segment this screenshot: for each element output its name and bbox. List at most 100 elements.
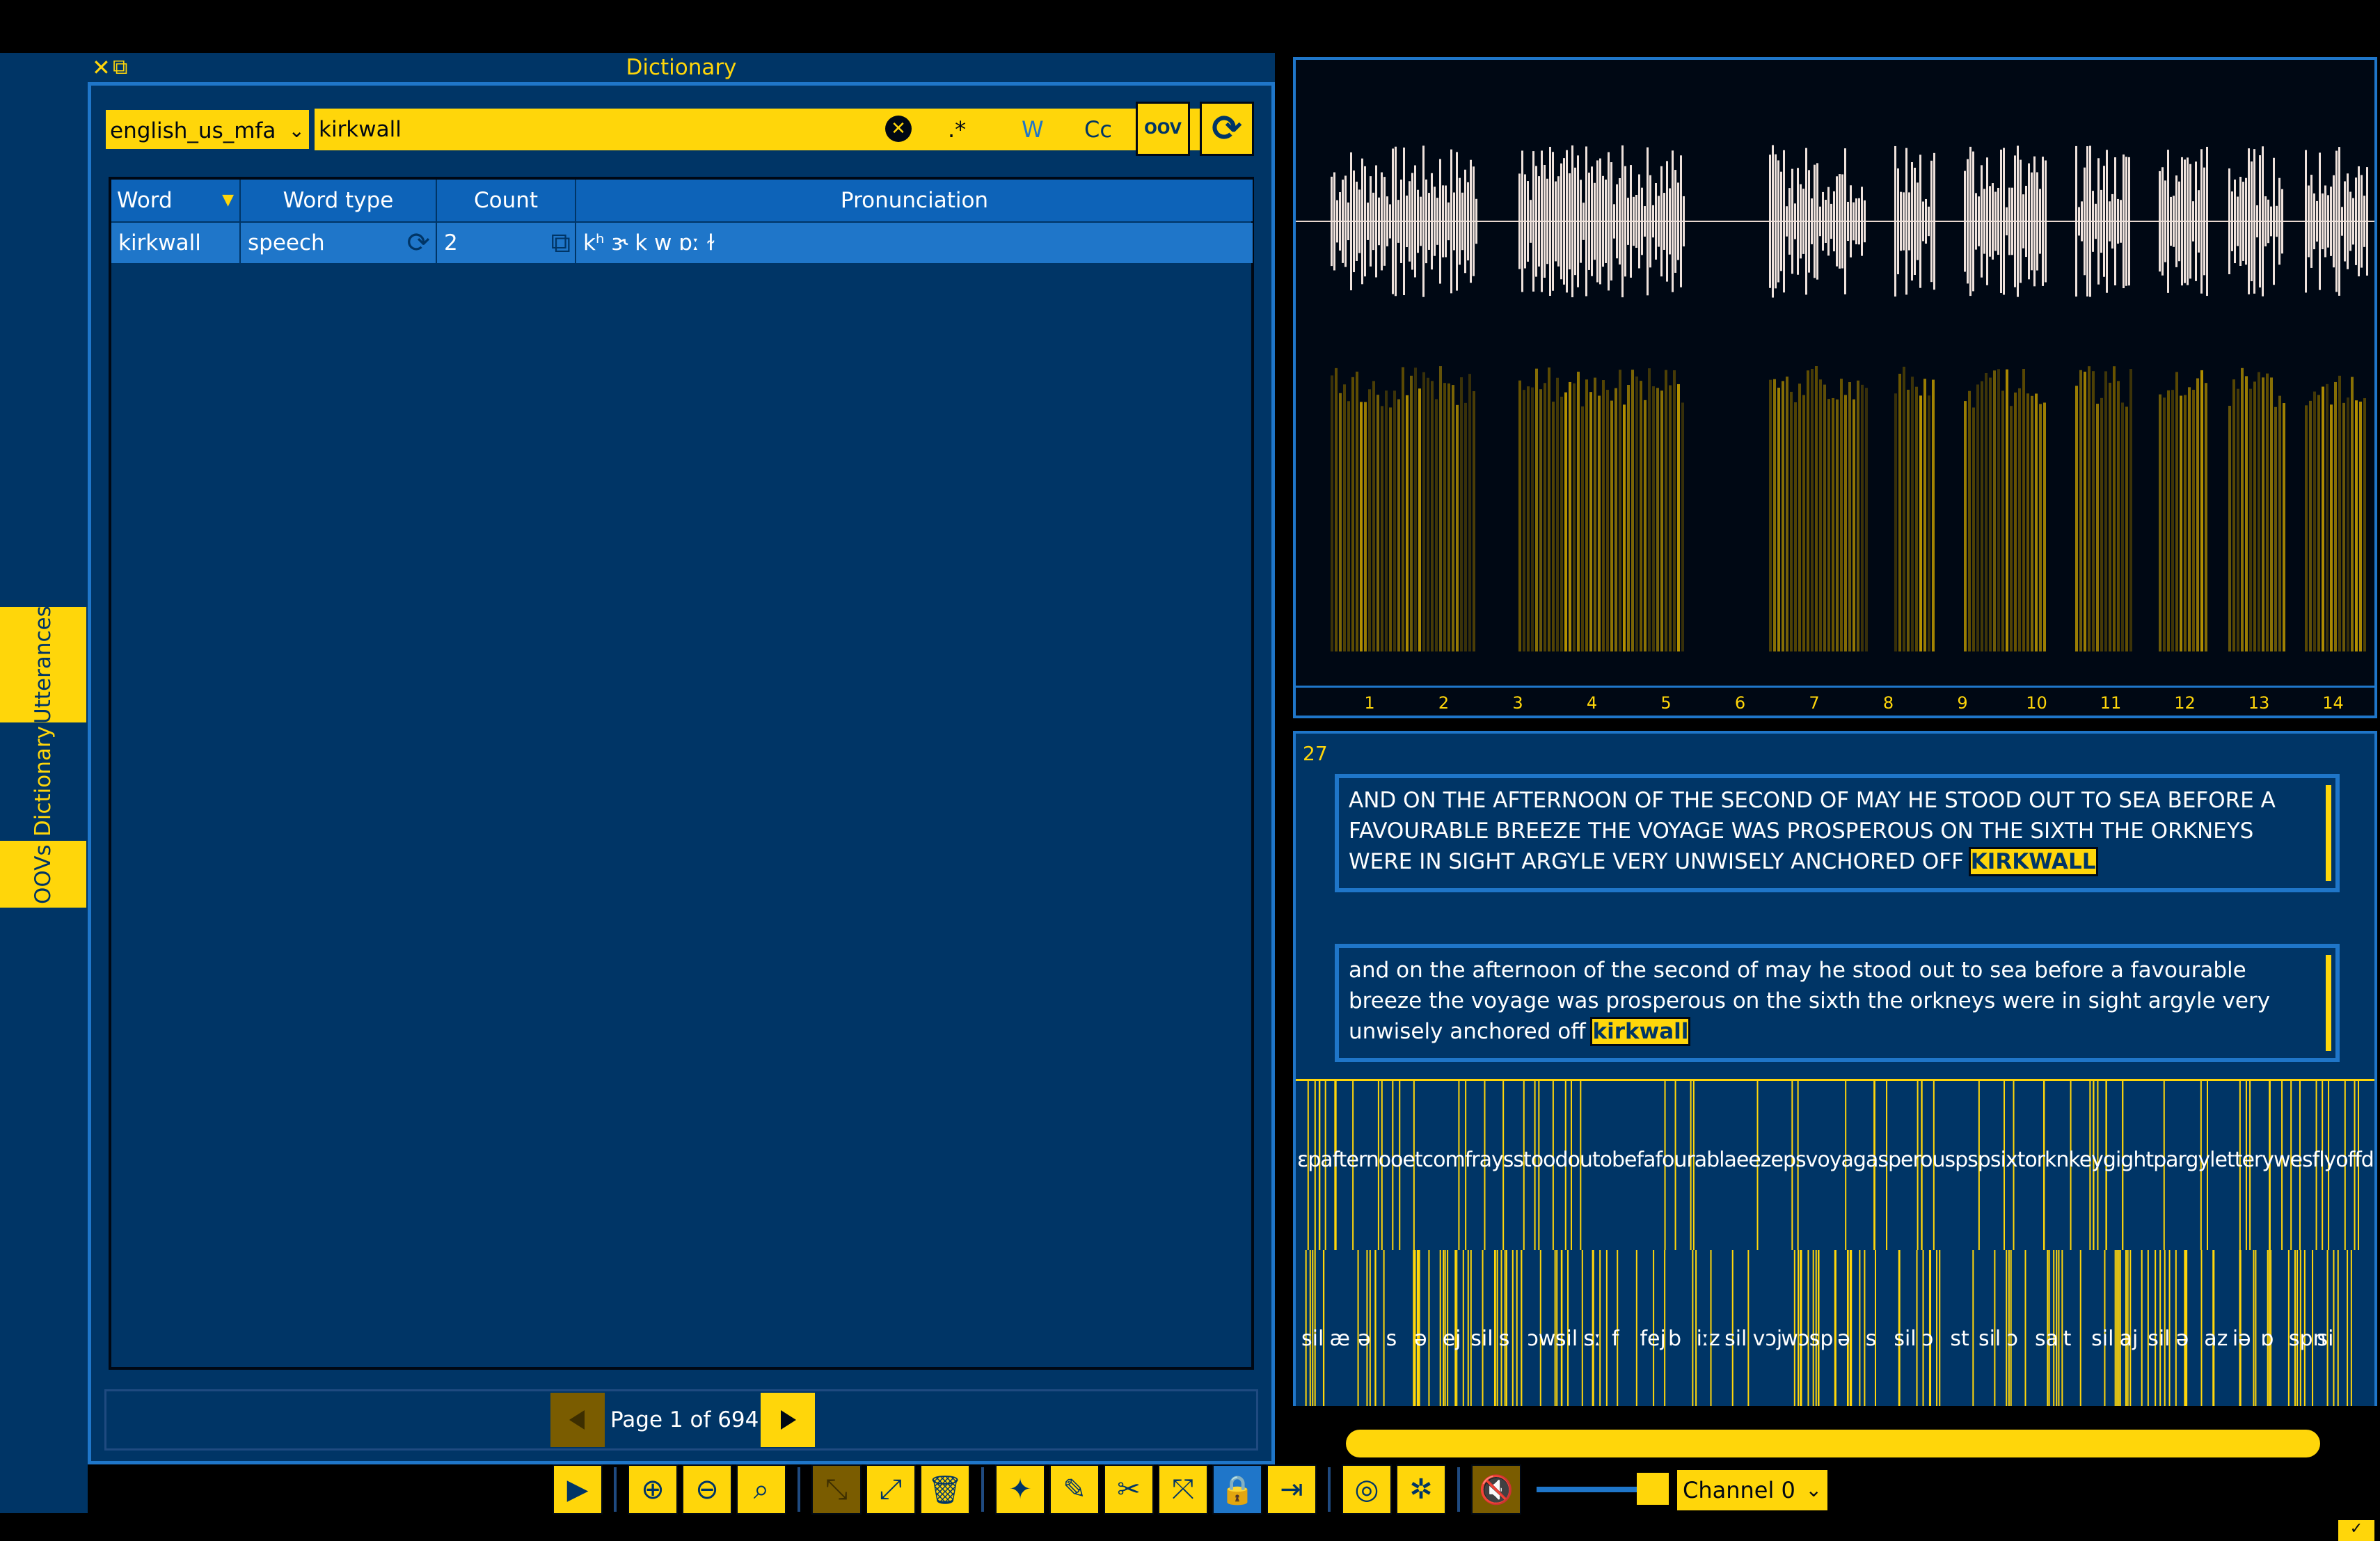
- previous-page-button[interactable]: [550, 1393, 605, 1447]
- toolbar-separator: [614, 1467, 617, 1512]
- column-header-word[interactable]: Word ▼: [111, 180, 241, 221]
- status-check-icon: ✓: [2338, 1520, 2374, 1541]
- whole-word-toggle[interactable]: W: [1022, 109, 1044, 150]
- edit-button[interactable]: ✎: [1049, 1464, 1100, 1515]
- refresh-button[interactable]: ⟳: [1200, 102, 1254, 156]
- time-tick: 3: [1512, 693, 1523, 713]
- help-button[interactable]: ◎: [1342, 1464, 1392, 1515]
- transcription-text-box[interactable]: and on the afternoon of the second of ma…: [1335, 944, 2340, 1062]
- arrows-icon: ⤧: [1172, 1473, 1194, 1506]
- export-button[interactable]: ⇥: [1267, 1464, 1317, 1515]
- time-tick: 5: [1660, 693, 1672, 713]
- fit-button[interactable]: ⤧: [1158, 1464, 1208, 1515]
- pen-icon: ✎: [1063, 1473, 1086, 1506]
- phone-label: ɒ: [2260, 1327, 2274, 1351]
- column-header-count[interactable]: Count: [437, 180, 576, 221]
- transcription-text-highlight: kirkwall: [1590, 1017, 1691, 1046]
- waveform-spectrogram: [1296, 145, 2374, 651]
- time-tick: 13: [2248, 693, 2270, 713]
- utterance-number: 27: [1303, 742, 1328, 765]
- lifebuoy-icon: ◎: [1354, 1473, 1379, 1506]
- cell-pronunciation[interactable]: kʰ ɝ k w ɒː ɫ: [576, 223, 1253, 263]
- phone-label: sil: [1894, 1327, 1917, 1351]
- column-header-pronunciation[interactable]: Pronunciation: [576, 180, 1253, 221]
- phone-label: sil: [1555, 1327, 1578, 1351]
- zoom-out-icon: ⊖: [695, 1473, 719, 1506]
- zoom-to-selection-button[interactable]: ⌕: [736, 1464, 786, 1515]
- table-row[interactable]: kirkwall speech ⟳ 2 ⧉ kʰ ɝ k w ɒː ɫ: [111, 223, 1253, 263]
- bug-icon: ✲: [1409, 1473, 1433, 1506]
- mute-button[interactable]: 🔇: [1471, 1464, 1521, 1515]
- time-tick: 8: [1882, 693, 1894, 713]
- merge-icon: ⤡: [825, 1473, 848, 1506]
- text-scrollbar[interactable]: [2326, 955, 2331, 1051]
- search-input[interactable]: kirkwall ✕ .* W Cc: [315, 109, 1233, 150]
- phone-label: az: [2204, 1327, 2228, 1351]
- page-indicator: Page 1 of 694: [610, 1407, 759, 1432]
- cell-word-type[interactable]: speech ⟳: [241, 223, 437, 263]
- tab-dictionary-label: Dictionary: [31, 726, 56, 837]
- auto-segment-button[interactable]: ✦: [995, 1464, 1045, 1515]
- timeline-scrollbar[interactable]: [1346, 1430, 2320, 1457]
- merge-button[interactable]: ⤡: [811, 1464, 862, 1515]
- time-tick: 10: [2026, 693, 2047, 713]
- volume-slider-handle[interactable]: [1637, 1473, 1669, 1505]
- zoom-out-button[interactable]: ⊖: [682, 1464, 732, 1515]
- next-page-button[interactable]: [761, 1393, 815, 1447]
- expand-icon: ⤢: [880, 1473, 902, 1506]
- dictionary-select[interactable]: english_us_mfa ⌄: [104, 109, 310, 150]
- phone-label: s: [1865, 1327, 1877, 1351]
- waveform-panel[interactable]: 1 2 3 4 5 6 7 8 9 10 11 12 13 14: [1293, 57, 2377, 718]
- split-button[interactable]: ⤢: [866, 1464, 916, 1515]
- dictionary-table: Word ▼ Word type Count Pronunciation kir…: [109, 177, 1254, 1370]
- column-header-word-type[interactable]: Word type: [241, 180, 437, 221]
- tab-oovs[interactable]: OOVs: [0, 841, 86, 908]
- sort-indicator-icon: ▼: [222, 191, 234, 209]
- delete-button[interactable]: 🗑: [920, 1464, 970, 1515]
- open-utterances-icon[interactable]: ⧉: [550, 223, 571, 263]
- normalized-text-box[interactable]: AND ON THE AFTERNOON OF THE SECOND OF MA…: [1335, 774, 2340, 892]
- phone-label: sil: [1470, 1327, 1493, 1351]
- magic-wand-icon: ✦: [1008, 1473, 1032, 1506]
- phone-label: ə: [1837, 1327, 1850, 1351]
- cell-word-type-value: speech: [248, 230, 325, 255]
- phone-label: ə: [1358, 1327, 1371, 1351]
- lock-button[interactable]: 🔒: [1212, 1464, 1262, 1515]
- chevron-down-icon: ⌄: [1805, 1478, 1822, 1501]
- arrow-right-icon: [781, 1410, 796, 1430]
- transcription-text: and on the afternoon of the second of ma…: [1349, 958, 2271, 1044]
- time-tick: 11: [2100, 693, 2122, 713]
- cut-button[interactable]: ✂: [1104, 1464, 1154, 1515]
- search-input-value: kirkwall: [319, 117, 402, 142]
- cell-count[interactable]: 2 ⧉: [437, 223, 576, 263]
- lock-icon: 🔒: [1220, 1473, 1255, 1506]
- dictionary-select-value: english_us_mfa: [110, 118, 276, 143]
- phone-label: b: [1668, 1327, 1682, 1351]
- tab-utterances[interactable]: Utterances: [0, 606, 86, 724]
- phone-label: vɔj: [1752, 1327, 1783, 1351]
- case-sensitive-toggle[interactable]: Cc: [1084, 109, 1112, 150]
- table-header: Word ▼ Word type Count Pronunciation: [111, 180, 1253, 221]
- change-word-type-icon[interactable]: ⟳: [406, 223, 430, 263]
- play-button[interactable]: ▶: [553, 1464, 603, 1515]
- arrow-left-icon: [569, 1410, 585, 1430]
- tab-dictionary[interactable]: Dictionary: [0, 724, 86, 839]
- oov-filter-button[interactable]: OOV: [1136, 102, 1190, 156]
- time-tick: 1: [1364, 693, 1375, 713]
- phone-tier[interactable]: sil æ ə s ə ej sil s ɔw sil sː f fej b iːz sil vɔj wɔ sp ə s…: [1296, 1250, 2374, 1406]
- phone-label: iə: [2232, 1327, 2251, 1351]
- bottom-toolbar: ▶ ⊕ ⊖ ⌕ ⤡ ⤢ 🗑 ✦ ✎ ✂ ⤧ 🔒 ⇥ ◎ ✲ 🔇 Channel …: [546, 1460, 1833, 1522]
- channel-select[interactable]: Channel 0 ⌄: [1677, 1470, 1827, 1510]
- regex-toggle[interactable]: .*: [948, 109, 966, 150]
- dictionary-titlebar: ✕ ⧉ Dictionary: [88, 53, 1275, 82]
- time-tick: 6: [1734, 693, 1746, 713]
- report-bug-button[interactable]: ✲: [1396, 1464, 1446, 1515]
- cell-count-value: 2: [444, 230, 458, 255]
- phone-label: ej: [1442, 1327, 1461, 1351]
- clear-search-icon[interactable]: ✕: [885, 116, 912, 142]
- text-scrollbar[interactable]: [2326, 785, 2331, 881]
- word-tier[interactable]: ɛpafternooetcomfraysstoodoutobefafourabl…: [1296, 1079, 2374, 1254]
- cell-word[interactable]: kirkwall: [111, 223, 241, 263]
- zoom-in-button[interactable]: ⊕: [628, 1464, 678, 1515]
- volume-slider-track[interactable]: [1537, 1487, 1641, 1492]
